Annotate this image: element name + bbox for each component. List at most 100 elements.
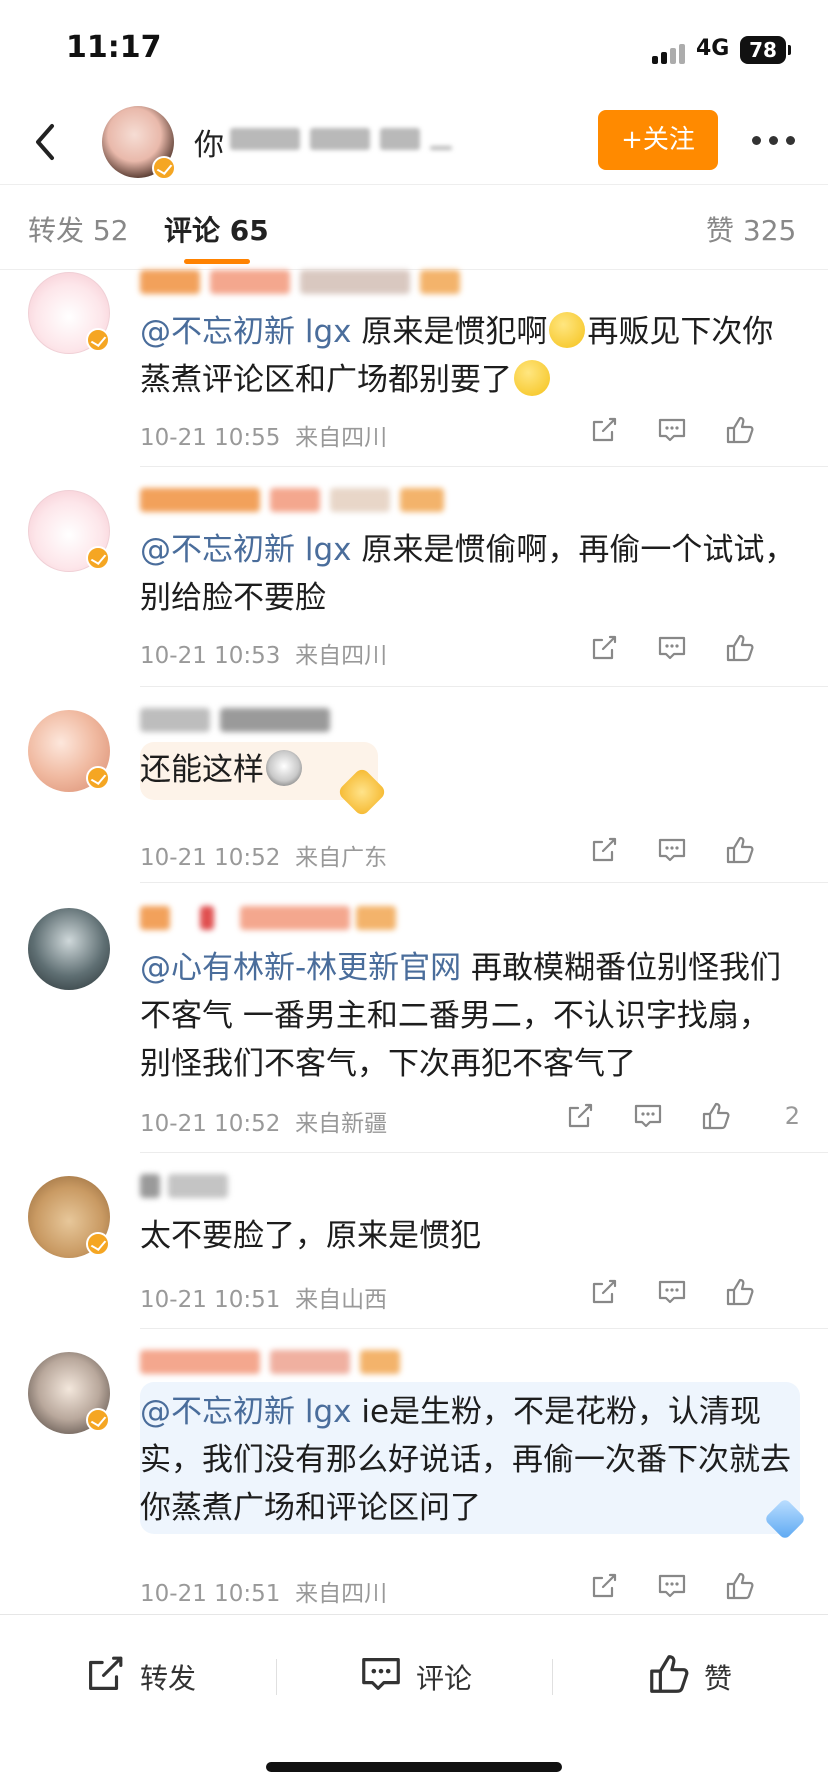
divider xyxy=(140,1328,828,1329)
comment-location: 来自四川 xyxy=(295,1581,388,1607)
comment-meta: 10-21 10:53 来自四川 xyxy=(140,636,387,670)
share-icon[interactable] xyxy=(588,632,620,664)
repost-label: 转发 xyxy=(140,1662,197,1695)
battery-icon: 78 xyxy=(740,36,791,64)
commenter-avatar[interactable] xyxy=(28,908,110,990)
status-bar: 11:17 4G 78 xyxy=(0,0,828,100)
divider xyxy=(140,882,828,883)
share-icon[interactable] xyxy=(564,1100,596,1132)
thumbs-up-icon[interactable] xyxy=(724,632,756,664)
comment-icon[interactable] xyxy=(656,1276,688,1308)
share-icon[interactable] xyxy=(588,1570,620,1602)
share-icon xyxy=(89,1656,123,1690)
comment-icon[interactable] xyxy=(632,1100,664,1132)
author-avatar[interactable] xyxy=(102,106,176,180)
comment-label: 评论 xyxy=(416,1662,473,1695)
comment-meta: 10-21 10:51 来自四川 xyxy=(140,1574,387,1608)
like-label: 赞 xyxy=(704,1662,733,1695)
comment-meta: 10-21 10:52 来自新疆 xyxy=(140,1104,387,1138)
comment-time: 10-21 10:55 xyxy=(140,425,281,451)
comment-icon xyxy=(362,1658,400,1690)
more-dots-icon[interactable] xyxy=(752,136,796,146)
comment-text: @不忘初新 lgx 原来是惯偷啊，再偷一个试试，别给脸不要脸 xyxy=(140,532,796,616)
comment-time: 10-21 10:51 xyxy=(140,1287,281,1313)
thumbs-up-icon xyxy=(650,1655,689,1693)
comment-text: @不忘初新 lgx ie是生粉，不是花粉，认清现实，我们没有那么好说话，再偷一次… xyxy=(140,1394,791,1526)
comment-text: @心有林新-林更新官网 再敢模糊番位别怪我们不客气 一番男主和二番男二，不认识字… xyxy=(140,950,782,1082)
commenter-avatar[interactable] xyxy=(28,490,110,572)
repost-button[interactable]: 转发 xyxy=(82,1651,212,1701)
comment-text: 太不要脸了，原来是惯犯 xyxy=(140,1218,481,1254)
comment-actions xyxy=(588,1570,798,1606)
verified-badge-icon xyxy=(86,766,110,790)
comment-item: @不忘初新 lgx ie是生粉，不是花粉，认清现实，我们没有那么好说话，再偷一次… xyxy=(0,1350,828,1607)
commenter-avatar[interactable] xyxy=(28,710,110,792)
mention-link[interactable]: @不忘初新 lgx xyxy=(140,532,352,568)
comment-actions xyxy=(588,834,798,870)
follow-button[interactable]: +关注 xyxy=(598,110,718,170)
verified-badge-icon xyxy=(86,328,110,352)
network-type: 4G xyxy=(696,36,730,61)
comment-item: 还能这样 10-21 10:52 来自广东 xyxy=(0,708,828,886)
comment-location: 来自新疆 xyxy=(295,1111,388,1137)
verified-badge-icon xyxy=(86,546,110,570)
commenter-avatar[interactable] xyxy=(28,1176,110,1258)
comment-actions xyxy=(588,1276,798,1312)
comment-icon[interactable] xyxy=(656,834,688,866)
share-icon[interactable] xyxy=(588,834,620,866)
author-name-text: 你 xyxy=(194,128,224,163)
comment-actions xyxy=(588,632,798,668)
chevron-left-icon[interactable] xyxy=(26,120,66,164)
comment-location: 来自四川 xyxy=(295,643,388,669)
author-name[interactable]: 你 xyxy=(194,118,454,163)
smile-emoji-icon xyxy=(514,360,550,396)
comment-time: 10-21 10:51 xyxy=(140,1581,281,1607)
comment-location: 来自四川 xyxy=(295,425,388,451)
commenter-avatar[interactable] xyxy=(28,272,110,354)
thumbs-up-icon[interactable] xyxy=(700,1100,732,1132)
comment-item: 太不要脸了，原来是惯犯 10-21 10:51 来自山西 xyxy=(0,1174,828,1352)
tab-comments[interactable]: 评论 65 xyxy=(164,209,269,249)
tab-likes[interactable]: 赞 325 xyxy=(706,209,796,249)
divider xyxy=(140,1152,828,1153)
comment-location: 来自山西 xyxy=(295,1287,388,1313)
divider xyxy=(276,1659,277,1695)
comment-text: 还能这样 xyxy=(140,746,800,794)
smile-emoji-icon xyxy=(549,312,586,348)
tab-repost[interactable]: 转发 52 xyxy=(28,209,129,249)
comment-item: @心有林新-林更新官网 再敢模糊番位别怪我们不客气 一番男主和二番男二，不认识字… xyxy=(0,906,828,1153)
like-count: 2 xyxy=(784,1102,800,1130)
verified-badge-icon xyxy=(86,1232,110,1256)
mention-link[interactable]: @不忘初新 lgx xyxy=(140,314,352,350)
comment-actions xyxy=(588,414,798,450)
status-time: 11:17 xyxy=(66,30,162,65)
comment-time: 10-21 10:52 xyxy=(140,1111,281,1137)
comment-item: @不忘初新 lgx 原来是惯偷啊，再偷一个试试，别给脸不要脸 10-21 10:… xyxy=(0,488,828,687)
top-nav: 你 +关注 xyxy=(0,100,828,184)
dog-emoji-icon xyxy=(266,750,302,786)
comment-icon[interactable] xyxy=(656,414,688,446)
thumbs-up-icon[interactable] xyxy=(724,1570,756,1602)
mention-link[interactable]: @心有林新-林更新官网 xyxy=(140,950,461,986)
comment-icon[interactable] xyxy=(656,1570,688,1602)
share-icon[interactable] xyxy=(588,1276,620,1308)
thumbs-up-icon[interactable] xyxy=(724,414,756,446)
commenter-avatar[interactable] xyxy=(28,1352,110,1434)
comment-time: 10-21 10:52 xyxy=(140,845,281,871)
comment-meta: 10-21 10:51 来自山西 xyxy=(140,1280,387,1314)
divider xyxy=(140,466,828,467)
comment-button[interactable]: 评论 xyxy=(358,1651,488,1701)
active-tab-indicator xyxy=(184,259,250,264)
comment-icon[interactable] xyxy=(656,632,688,664)
share-icon[interactable] xyxy=(588,414,620,446)
like-button[interactable]: 赞 xyxy=(646,1651,756,1701)
thumbs-up-icon[interactable] xyxy=(724,1276,756,1308)
verified-badge-icon xyxy=(152,156,176,180)
thumbs-up-icon[interactable] xyxy=(724,834,756,866)
divider xyxy=(140,686,828,687)
comment-text: @不忘初新 lgx 原来是惯犯啊 再贩见下次你蒸煮评论区和广场都别要了 xyxy=(140,312,774,398)
tab-bar: 转发 52 评论 65 赞 325 xyxy=(0,184,828,270)
comment-location: 来自广东 xyxy=(295,845,388,871)
comment-item: @不忘初新 lgx 原来是惯犯啊 再贩见下次你蒸煮评论区和广场都别要了 10-21… xyxy=(0,270,828,468)
mention-link[interactable]: @不忘初新 lgx xyxy=(140,1394,352,1430)
